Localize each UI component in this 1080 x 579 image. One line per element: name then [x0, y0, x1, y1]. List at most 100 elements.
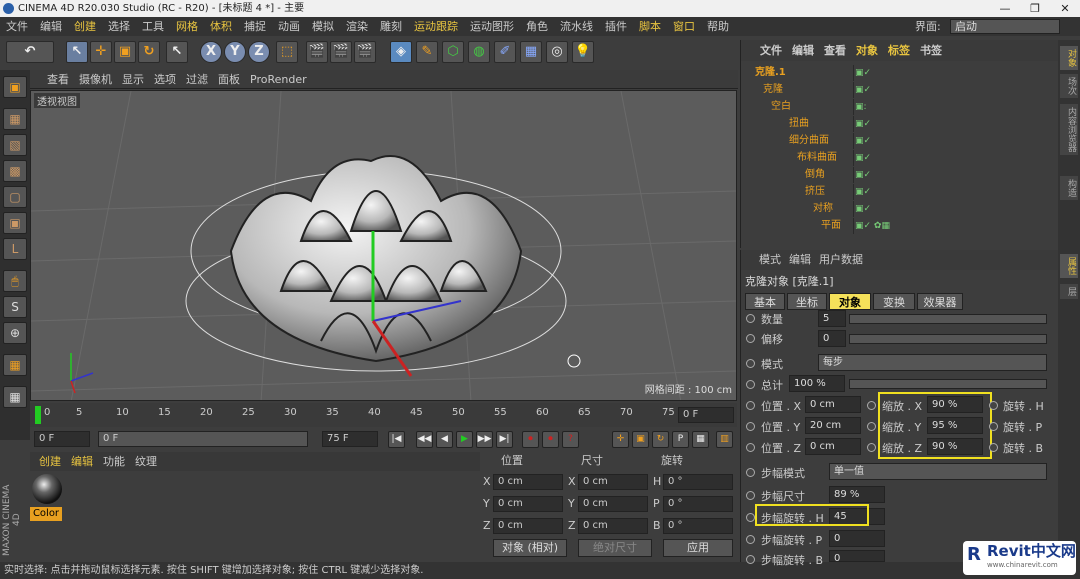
key-position-button[interactable]: ✛ — [612, 431, 629, 448]
select-tool-button[interactable]: ↖ — [66, 41, 88, 63]
position-x-field[interactable]: 0 cm — [493, 474, 563, 490]
render-settings-button[interactable]: 🎬 — [354, 41, 376, 63]
record-button[interactable]: ⏺ — [522, 431, 539, 448]
visibility-check-icon[interactable]: ▣✓ — [855, 167, 871, 183]
light-button[interactable]: 💡 — [572, 41, 594, 63]
attr-menu-userdata[interactable]: 用户数据 — [815, 250, 867, 270]
object-row[interactable]: 细分曲面 ▣✓ — [741, 133, 1059, 149]
viewport-menu-options[interactable]: 选项 — [149, 70, 181, 89]
menu-file[interactable]: 文件 — [0, 17, 34, 36]
menu-snap[interactable]: 捕捉 — [238, 17, 272, 36]
key-scale-button[interactable]: ▣ — [632, 431, 649, 448]
position-z-field[interactable]: 0 cm — [493, 518, 563, 534]
pen-button[interactable]: ✎ — [416, 41, 438, 63]
floor-button[interactable]: ▦ — [520, 41, 542, 63]
size-z-field[interactable]: 0 cm — [578, 518, 648, 534]
lock-workplane-button[interactable]: ▦ — [3, 354, 27, 376]
param-dot-icon[interactable] — [989, 422, 998, 431]
tab-transform[interactable]: 变换 — [873, 293, 915, 310]
polygons-mode-button[interactable]: L — [3, 238, 27, 260]
menu-tools[interactable]: 工具 — [136, 17, 170, 36]
param-dot-icon[interactable] — [746, 491, 755, 500]
side-tab-content-browser[interactable]: 内容浏览器 — [1060, 104, 1078, 155]
menu-edit[interactable]: 编辑 — [34, 17, 68, 36]
viewport-menu-display[interactable]: 显示 — [117, 70, 149, 89]
param-dot-icon[interactable] — [989, 401, 998, 410]
menu-volume[interactable]: 体积 — [204, 17, 238, 36]
object-row[interactable]: 对称 ▣✓ — [741, 201, 1059, 217]
coordinate-mode-select[interactable]: 对象 (相对) — [493, 539, 567, 557]
key-pla-button[interactable]: ▦ — [692, 431, 709, 448]
attr-menu-edit[interactable]: 编辑 — [785, 250, 815, 270]
tab-effectors[interactable]: 效果器 — [917, 293, 963, 310]
timeline-layout-button[interactable]: ▥ — [716, 431, 733, 448]
param-dot-icon[interactable] — [746, 513, 755, 522]
visibility-check-icon[interactable]: ▣✓ — [855, 133, 871, 149]
count-field[interactable]: 5 — [818, 310, 846, 327]
object-name[interactable]: 平面 — [821, 218, 841, 234]
step-rot-p-field[interactable]: 0 — [829, 530, 885, 547]
offset-field[interactable]: 0 — [818, 330, 846, 347]
param-dot-icon[interactable] — [746, 468, 755, 477]
render-picture-viewer-button[interactable]: 🎬 — [330, 41, 352, 63]
object-name[interactable]: 对称 — [813, 201, 833, 217]
deformer-button[interactable]: ✐ — [494, 41, 516, 63]
object-name[interactable]: 空白 — [771, 99, 791, 115]
menu-pipeline[interactable]: 流水线 — [554, 17, 599, 36]
viewport-menu-filter[interactable]: 过滤 — [181, 70, 213, 89]
param-dot-icon[interactable] — [989, 443, 998, 452]
material-menu-texture[interactable]: 纹理 — [130, 452, 162, 471]
object-row[interactable]: 布料曲面 ▣✓ — [741, 150, 1059, 166]
side-tab-attributes[interactable]: 属性 — [1060, 254, 1078, 278]
object-menu-objects[interactable]: 对象 — [851, 40, 883, 61]
offset-slider[interactable] — [849, 334, 1047, 344]
param-dot-icon[interactable] — [867, 443, 876, 452]
menu-mograph[interactable]: 运动图形 — [464, 17, 520, 36]
key-parameter-button[interactable]: P — [672, 431, 689, 448]
minimize-button[interactable]: — — [990, 0, 1020, 17]
viewport-menu-cameras[interactable]: 摄像机 — [74, 70, 117, 89]
array-button[interactable]: ◍ — [468, 41, 490, 63]
menu-sculpt[interactable]: 雕刻 — [374, 17, 408, 36]
param-dot-icon[interactable] — [746, 359, 755, 368]
object-name[interactable]: 克隆 — [763, 82, 783, 98]
pos-x-field[interactable]: 0 cm — [805, 396, 861, 413]
object-row[interactable]: 克隆 ▣✓ — [741, 82, 1059, 98]
step-size-field[interactable]: 89 % — [829, 486, 885, 503]
material-menu-function[interactable]: 功能 — [98, 452, 130, 471]
undo-button[interactable]: ↶ — [6, 41, 54, 63]
model-mode-button[interactable]: ▦ — [3, 108, 27, 130]
object-name[interactable]: 扭曲 — [789, 116, 809, 132]
menu-create[interactable]: 创建 — [68, 17, 102, 36]
frame-range-slider[interactable]: 0 F — [98, 431, 308, 447]
step-rot-b-field[interactable]: 0 — [829, 550, 885, 564]
object-name[interactable]: 挤压 — [805, 184, 825, 200]
camera-button[interactable]: ◎ — [546, 41, 568, 63]
play-button[interactable]: ▶ — [456, 431, 473, 448]
menu-select[interactable]: 选择 — [102, 17, 136, 36]
menu-character[interactable]: 角色 — [520, 17, 554, 36]
param-dot-icon[interactable] — [746, 535, 755, 544]
coordinate-system-button[interactable]: ⬚ — [276, 41, 298, 63]
size-x-field[interactable]: 0 cm — [578, 474, 648, 490]
total-field[interactable]: 100 % — [789, 375, 845, 392]
close-button[interactable]: ✕ — [1050, 0, 1080, 17]
step-mode-select[interactable]: 单一值 — [829, 463, 1047, 480]
x-axis-button[interactable]: X — [200, 41, 222, 63]
tab-object[interactable]: 对象 — [829, 293, 871, 310]
param-dot-icon[interactable] — [746, 443, 755, 452]
menu-animate[interactable]: 动画 — [272, 17, 306, 36]
attr-menu-mode[interactable]: 模式 — [755, 250, 785, 270]
rotation-p-field[interactable]: 0 ° — [663, 496, 733, 512]
next-key-button[interactable]: ▶▶ — [476, 431, 493, 448]
size-mode-select[interactable]: 绝对尺寸 — [578, 539, 652, 557]
key-rotation-button[interactable]: ↻ — [652, 431, 669, 448]
apply-button[interactable]: 应用 — [663, 539, 733, 557]
current-frame-field[interactable]: 0 F — [678, 407, 734, 423]
param-dot-icon[interactable] — [746, 422, 755, 431]
key-help-button[interactable]: ? — [562, 431, 579, 448]
total-slider[interactable] — [849, 379, 1047, 389]
param-dot-icon[interactable] — [867, 401, 876, 410]
edges-mode-button[interactable]: ▣ — [3, 212, 27, 234]
object-menu-view[interactable]: 查看 — [819, 40, 851, 61]
